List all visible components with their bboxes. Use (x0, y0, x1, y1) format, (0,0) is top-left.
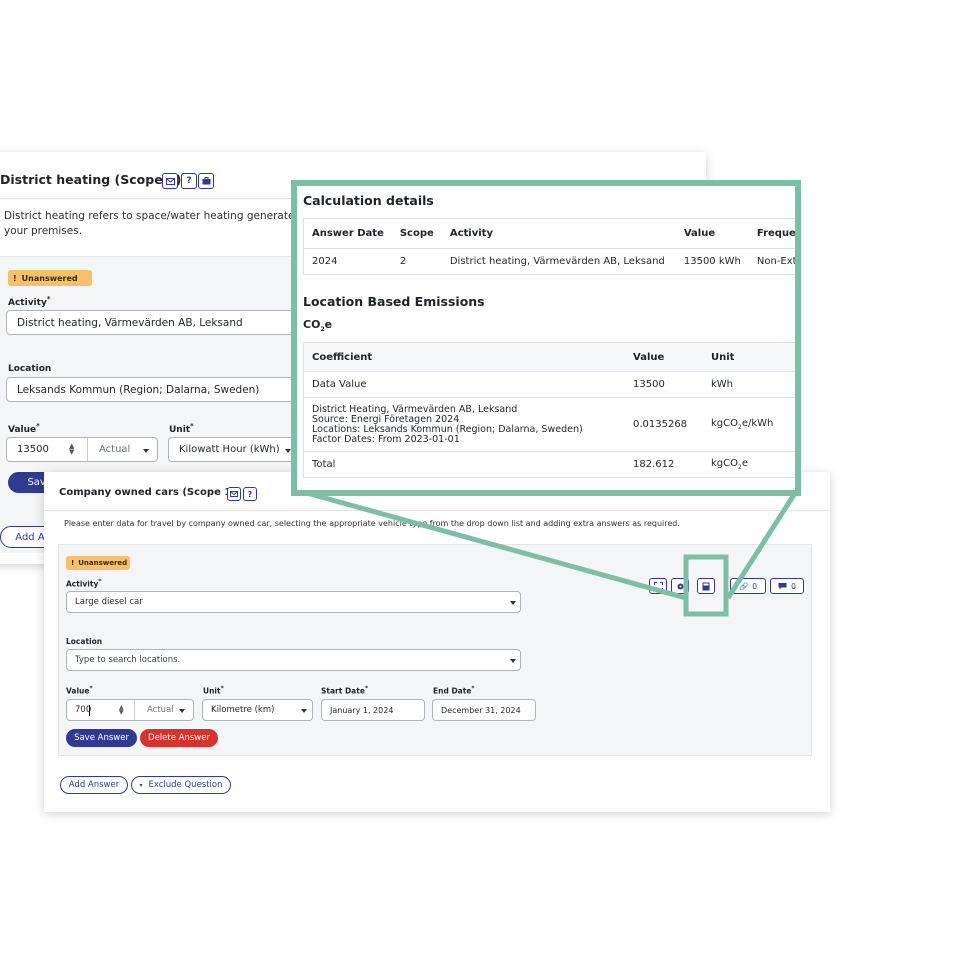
calc-title: Calculation details (303, 193, 434, 208)
calculation-details-panel: Calculation details Answer Date Scope Ac… (291, 180, 801, 496)
calc-section-title: Location Based Emissions (303, 294, 485, 309)
calc-answer-table: Answer Date Scope Activity Value Frequen… (303, 218, 795, 275)
calc-coefficient-table: Coefficient Value Unit Data Value 13500 … (303, 342, 795, 478)
co2e-label: CO2e (303, 318, 333, 334)
